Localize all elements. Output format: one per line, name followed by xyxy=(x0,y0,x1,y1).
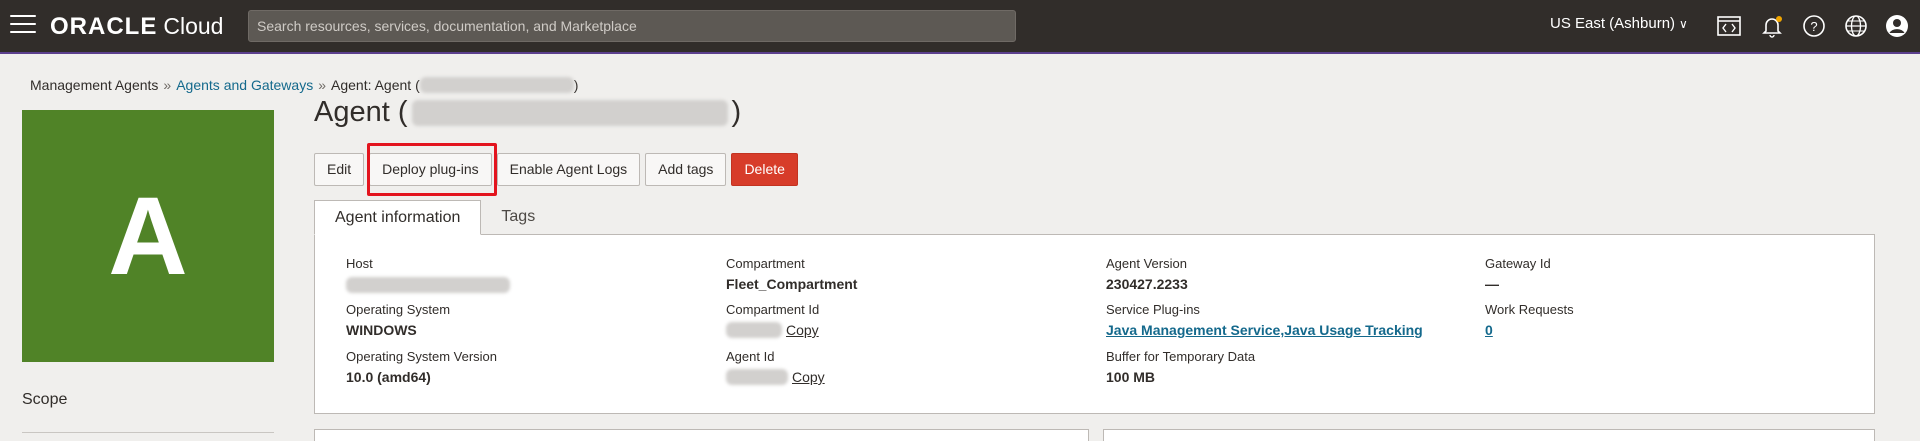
buffer-value: 100 MB xyxy=(1106,369,1156,385)
agent-version-field: Agent Version 230427.2233 xyxy=(1106,256,1188,292)
os-field: Operating System WINDOWS xyxy=(346,302,450,338)
tab-agent-information[interactable]: Agent information xyxy=(314,200,482,235)
region-selector[interactable]: US East (Ashburn) ∨ xyxy=(1550,15,1688,32)
agent-information-panel: Host Operating System WINDOWS Operating … xyxy=(314,234,1875,414)
work-requests-label: Work Requests xyxy=(1485,302,1574,317)
service-plugins-field: Service Plug-ins Java Management Service… xyxy=(1106,302,1423,340)
gateway-id-label: Gateway Id xyxy=(1485,256,1551,271)
breadcrumb-separator: » xyxy=(318,77,326,93)
oracle-cloud-logo[interactable]: ORACLE Cloud xyxy=(50,13,223,41)
search-input[interactable]: Search resources, services, documentatio… xyxy=(248,10,1016,42)
region-label: US East (Ashburn) xyxy=(1550,15,1676,32)
avatar-letter: A xyxy=(108,174,188,298)
hamburger-menu-icon[interactable] xyxy=(10,15,36,35)
buffer-field: Buffer for Temporary Data 100 MB xyxy=(1106,349,1255,385)
page-title: Agent ( ) xyxy=(314,96,741,129)
highlight-box xyxy=(367,143,497,196)
copy-agent-id-link[interactable]: Copy xyxy=(792,369,825,385)
breadcrumb-current-suffix: ) xyxy=(573,77,579,93)
svg-text:?: ? xyxy=(1810,19,1817,34)
breadcrumb-agents-and-gateways[interactable]: Agents and Gateways xyxy=(176,77,313,93)
agent-avatar: A xyxy=(22,110,274,362)
delete-button[interactable]: Delete xyxy=(731,153,798,186)
edit-button[interactable]: Edit xyxy=(314,153,365,186)
compartment-field: Compartment Fleet_Compartment xyxy=(726,256,857,292)
work-requests-field: Work Requests 0 xyxy=(1485,302,1574,340)
agent-version-label: Agent Version xyxy=(1106,256,1187,271)
agent-version-value: 230427.2233 xyxy=(1106,276,1188,292)
enable-agent-logs-button[interactable]: Enable Agent Logs xyxy=(496,153,641,186)
breadcrumb-current-prefix: Agent: Agent ( xyxy=(331,77,420,93)
os-version-label: Operating System Version xyxy=(346,349,498,364)
code-editor-icon[interactable] xyxy=(1716,13,1742,39)
logo-brand: ORACLE xyxy=(50,13,158,40)
gateway-id-value: — xyxy=(1485,276,1499,292)
logo-product: Cloud xyxy=(163,13,224,39)
os-label: Operating System xyxy=(346,302,451,317)
agent-id-field: Agent Id Copy xyxy=(726,349,825,385)
language-globe-icon[interactable] xyxy=(1843,13,1869,39)
compartment-id-field: Compartment Id Copy xyxy=(726,302,819,338)
redacted-agent-name xyxy=(411,99,728,126)
os-version-value: 10.0 (amd64) xyxy=(346,369,431,385)
service-plugins-link[interactable]: Java Management Service,Java Usage Track… xyxy=(1106,322,1423,338)
redacted-host-value xyxy=(346,277,510,293)
buffer-label: Buffer for Temporary Data xyxy=(1106,349,1256,364)
breadcrumb-management-agents[interactable]: Management Agents xyxy=(30,77,158,93)
top-navigation-bar: ORACLE Cloud Search resources, services,… xyxy=(0,0,1920,54)
help-icon[interactable]: ? xyxy=(1801,13,1827,39)
scope-divider xyxy=(22,432,274,433)
tab-tags[interactable]: Tags xyxy=(481,200,555,235)
scope-heading: Scope xyxy=(22,391,68,408)
redacted-agent-id xyxy=(726,369,788,385)
copy-compartment-id-link[interactable]: Copy xyxy=(786,322,819,338)
service-plugins-label: Service Plug-ins xyxy=(1106,302,1200,317)
host-label: Host xyxy=(346,256,373,271)
title-suffix: ) xyxy=(731,96,742,128)
title-prefix: Agent ( xyxy=(314,96,408,128)
chevron-down-icon: ∨ xyxy=(1679,17,1688,31)
os-value: WINDOWS xyxy=(346,322,417,338)
lower-panel-left xyxy=(314,429,1089,441)
add-tags-button[interactable]: Add tags xyxy=(645,153,727,186)
lower-panel-right xyxy=(1103,429,1875,441)
compartment-id-label: Compartment Id xyxy=(726,302,820,317)
notifications-bell-icon[interactable] xyxy=(1759,13,1785,39)
redacted-agent-name xyxy=(419,77,574,93)
agent-id-label: Agent Id xyxy=(726,349,775,364)
breadcrumb-separator: » xyxy=(163,77,172,93)
compartment-value: Fleet_Compartment xyxy=(726,276,858,292)
os-version-field: Operating System Version 10.0 (amd64) xyxy=(346,349,497,385)
tab-bar: Agent information Tags xyxy=(314,200,555,235)
compartment-label: Compartment xyxy=(726,256,805,271)
work-requests-link[interactable]: 0 xyxy=(1485,322,1493,338)
breadcrumb: Management Agents » Agents and Gateways … xyxy=(30,77,578,93)
user-profile-icon[interactable] xyxy=(1884,13,1910,39)
gateway-id-field: Gateway Id — xyxy=(1485,256,1551,292)
redacted-compartment-id xyxy=(726,322,782,338)
host-field: Host xyxy=(346,256,510,293)
